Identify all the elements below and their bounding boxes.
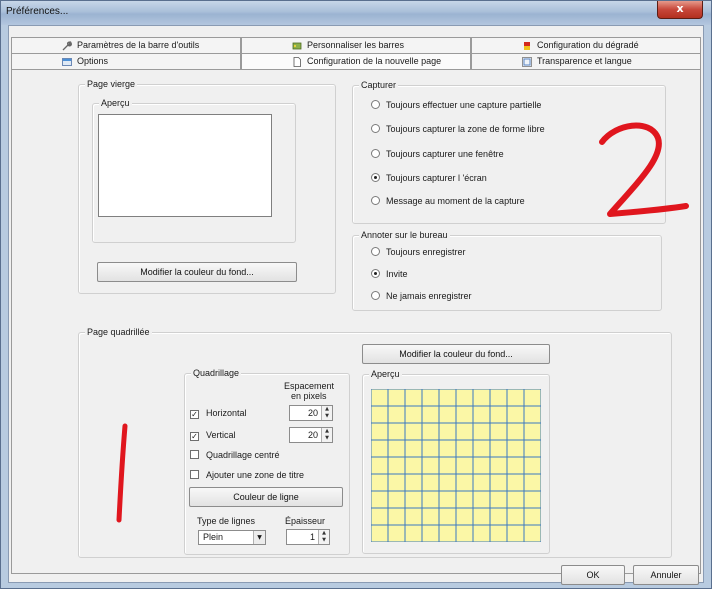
thickness-value: 1 — [309, 532, 315, 542]
vertical-checkbox-row[interactable]: ✓ Vertical — [190, 429, 236, 441]
radio-label: Toujours capturer l 'écran — [386, 173, 487, 183]
annotate-option-always-save[interactable]: Toujours enregistrer — [371, 246, 466, 258]
cancel-button[interactable]: Annuler — [633, 565, 699, 585]
annotate-legend: Annoter sur le bureau — [359, 230, 450, 241]
options-icon — [62, 57, 72, 66]
radio-button[interactable] — [371, 100, 380, 109]
line-color-button[interactable]: Couleur de ligne — [189, 487, 343, 507]
line-type-label: Type de lignes — [197, 516, 256, 526]
radio-button[interactable] — [371, 124, 380, 133]
horizontal-checkbox[interactable]: ✓ — [190, 410, 199, 419]
radio-label: Message au moment de la capture — [386, 196, 525, 206]
annotate-option-never-save[interactable]: Ne jamais enregistrer — [371, 290, 472, 302]
blank-page-group: Page vierge Aperçu Modifier la couleur d… — [78, 79, 336, 294]
capture-option-screen[interactable]: Toujours capturer l 'écran — [371, 172, 487, 184]
annotate-option-prompt[interactable]: Invite — [371, 268, 408, 280]
tab-customize-bars[interactable]: Personnaliser les barres — [241, 37, 471, 53]
radio-button[interactable] — [371, 149, 380, 158]
radio-label: Toujours enregistrer — [386, 247, 466, 257]
tab-new-page-config[interactable]: Configuration de la nouvelle page — [241, 53, 471, 69]
radio-label: Toujours capturer une fenêtre — [386, 149, 504, 159]
radio-label: Toujours capturer la zone de forme libre — [386, 124, 545, 134]
centered-grid-checkbox-row[interactable]: Quadrillage centré — [190, 449, 280, 461]
blank-page-preview-legend: Aperçu — [99, 98, 132, 109]
grid-preview-legend: Aperçu — [369, 369, 402, 380]
spacing-header-unit: en pixels — [291, 391, 327, 401]
tab-label: Transparence et langue — [537, 56, 632, 66]
page-icon — [293, 56, 301, 67]
grid-page-group: Page quadrillée Modifier la couleur du f… — [78, 327, 672, 558]
close-button[interactable]: x — [657, 1, 703, 19]
horizontal-spacing-value: 20 — [307, 408, 318, 418]
radio-button[interactable] — [371, 196, 380, 205]
thickness-label: Épaisseur — [285, 516, 326, 526]
grid-preview-group: Aperçu — [362, 369, 550, 554]
capture-option-window[interactable]: Toujours capturer une fenêtre — [371, 148, 504, 160]
vertical-checkbox[interactable]: ✓ — [190, 432, 199, 441]
capture-option-partial[interactable]: Toujours effectuer une capture partielle — [371, 99, 541, 111]
radio-label: Ne jamais enregistrer — [386, 291, 472, 301]
gradient-icon — [524, 41, 530, 50]
blank-page-bg-color-button[interactable]: Modifier la couleur du fond... — [97, 262, 297, 282]
stepper-arrows-icon[interactable]: ▲ ▼ — [318, 530, 329, 544]
ok-button[interactable]: OK — [561, 565, 625, 585]
tab-row-back: Paramètres de la barre d'outils Personna… — [11, 37, 701, 53]
centered-grid-label: Quadrillage centré — [206, 450, 280, 460]
handwritten-number-1 — [116, 423, 128, 523]
title-zone-label: Ajouter une zone de titre — [206, 470, 305, 480]
tab-panel-new-page: Page vierge Aperçu Modifier la couleur d… — [11, 69, 701, 574]
vertical-spacing-value: 20 — [307, 430, 318, 440]
wrench-icon — [62, 40, 72, 51]
chevron-down-icon[interactable]: ▼ — [253, 531, 265, 544]
tab-label: Configuration du dégradé — [537, 40, 639, 50]
capture-option-prompt[interactable]: Message au moment de la capture — [371, 195, 525, 207]
grid-page-legend: Page quadrillée — [85, 327, 152, 338]
tab-transparency-language[interactable]: Transparence et langue — [471, 53, 701, 69]
vertical-spacing-stepper[interactable]: 20 ▲ ▼ — [289, 427, 333, 443]
grid-preview — [371, 389, 541, 542]
line-type-value: Plein — [203, 532, 224, 542]
radio-button[interactable] — [371, 291, 380, 300]
horizontal-label: Horizontal — [206, 408, 247, 418]
tab-label: Paramètres de la barre d'outils — [77, 40, 200, 50]
annotate-desktop-group: Annoter sur le bureau Toujours enregistr… — [352, 230, 662, 311]
radio-button[interactable] — [371, 247, 380, 256]
centered-grid-checkbox[interactable] — [190, 450, 199, 459]
tab-label: Personnaliser les barres — [307, 40, 405, 50]
tab-toolbar-settings[interactable]: Paramètres de la barre d'outils — [11, 37, 241, 53]
stepper-arrows-icon[interactable]: ▲ ▼ — [321, 428, 332, 442]
grid-page-bg-color-button[interactable]: Modifier la couleur du fond... — [362, 344, 550, 364]
tab-gradient-config[interactable]: Configuration du dégradé — [471, 37, 701, 53]
tab-label: Configuration de la nouvelle page — [307, 56, 442, 66]
capture-option-freeform[interactable]: Toujours capturer la zone de forme libre — [371, 123, 545, 135]
title-bar[interactable]: Préférences... x — [1, 1, 711, 25]
title-zone-checkbox[interactable] — [190, 470, 199, 479]
bars-icon — [292, 42, 302, 50]
tab-options[interactable]: Options — [11, 53, 241, 69]
title-zone-checkbox-row[interactable]: Ajouter une zone de titre — [190, 469, 304, 481]
radio-label: Invite — [386, 269, 408, 279]
vertical-label: Vertical — [206, 430, 236, 440]
tab-row-front: Options Configuration de la nouvelle pag… — [11, 53, 701, 69]
horizontal-spacing-stepper[interactable]: 20 ▲ ▼ — [289, 405, 333, 421]
radio-button[interactable] — [371, 269, 380, 278]
blank-page-preview-group: Aperçu — [92, 98, 296, 243]
blank-page-preview — [98, 114, 272, 217]
blank-page-legend: Page vierge — [85, 79, 138, 90]
transparency-icon — [522, 56, 532, 67]
window-title: Préférences... — [6, 6, 69, 17]
thickness-stepper[interactable]: 1 ▲ ▼ — [286, 529, 330, 545]
grid-settings-group: Quadrillage Espacement en pixels ✓ Horizo… — [184, 368, 350, 555]
horizontal-checkbox-row[interactable]: ✓ Horizontal — [190, 407, 247, 419]
preferences-window: Préférences... x Paramètres de la barre … — [0, 0, 712, 589]
handwritten-number-2 — [599, 122, 689, 217]
grid-settings-legend: Quadrillage — [191, 368, 242, 379]
tab-label: Options — [77, 56, 109, 66]
dialog-client-area: Paramètres de la barre d'outils Personna… — [8, 25, 704, 585]
radio-label: Toujours effectuer une capture partielle — [386, 100, 542, 110]
line-type-select[interactable]: Plein ▼ — [198, 530, 266, 545]
stepper-arrows-icon[interactable]: ▲ ▼ — [321, 406, 332, 420]
radio-button[interactable] — [371, 173, 380, 182]
capture-legend: Capturer — [359, 80, 399, 91]
